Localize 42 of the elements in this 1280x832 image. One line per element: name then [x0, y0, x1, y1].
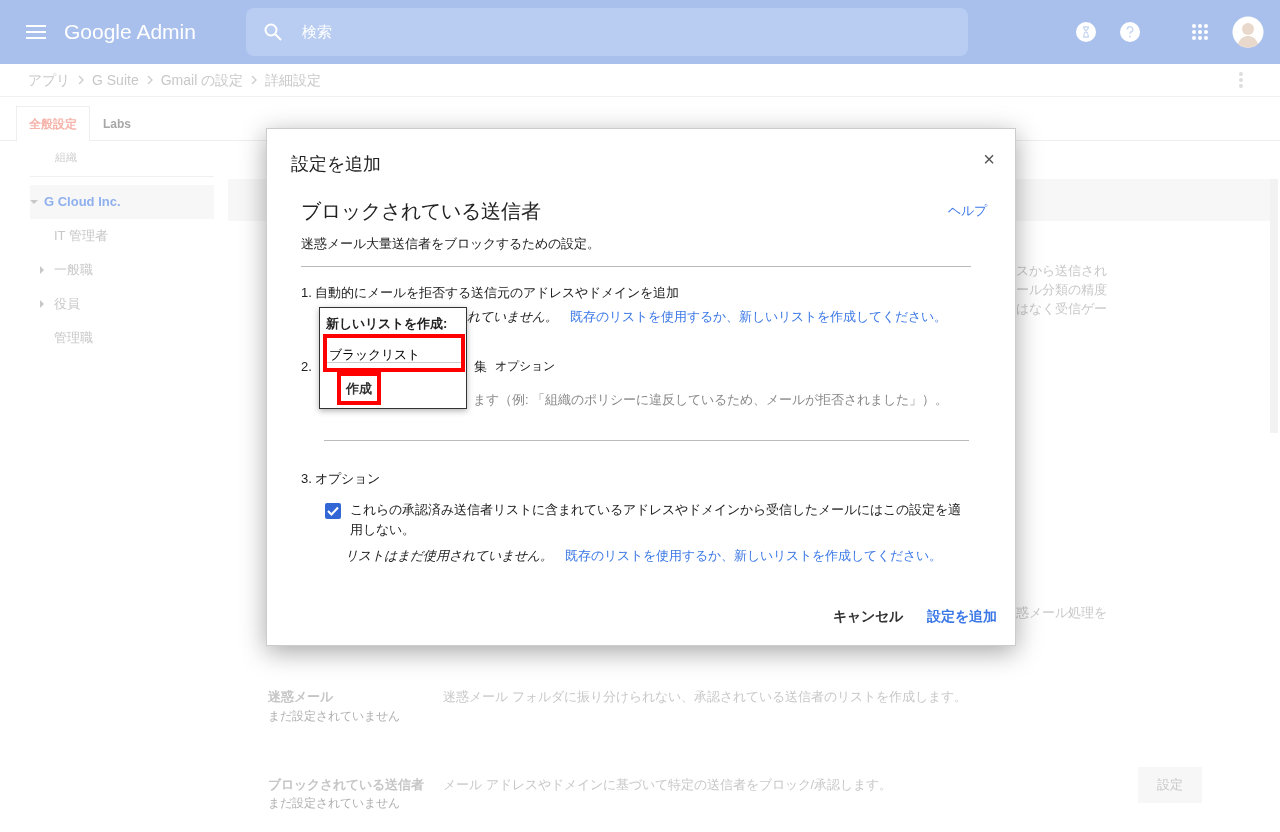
tab[interactable]: Labs: [90, 106, 144, 141]
help-icon[interactable]: [1120, 22, 1140, 42]
help-link[interactable]: ヘルプ: [948, 201, 987, 221]
dialog-title: 設定を追加: [291, 153, 381, 176]
description-text: 迷惑メール大量送信者をブロックするための設定。: [301, 235, 601, 253]
step-label: 1. 自動的にメールを拒否する送信元のアドレスやドメインを追加: [301, 283, 681, 302]
create-button[interactable]: 作成: [337, 371, 381, 405]
cancel-button[interactable]: キャンセル: [823, 599, 913, 633]
tab[interactable]: 全般設定: [16, 106, 90, 141]
hourglass-icon[interactable]: [1076, 22, 1096, 42]
apps-icon[interactable]: [1192, 24, 1208, 40]
hint-text: ます（例: 「組織のポリシーに違反しているため、メールが拒否されました」）。: [473, 391, 950, 409]
optional-label: オプション: [494, 358, 555, 376]
list-link[interactable]: 既存のリストを使用するか、新しいリストを作成してください。: [565, 546, 942, 566]
setting-title: ブロックされている送信者: [268, 775, 425, 794]
chevron-icon: [146, 75, 153, 85]
logo-text: Google Admin: [64, 19, 197, 46]
close-button[interactable]: ×: [983, 149, 995, 169]
step-number: 2.: [301, 357, 312, 376]
chevron-icon: [251, 75, 258, 85]
setting-status: まだ設定されていません: [268, 707, 401, 725]
add-button[interactable]: 設定を追加: [917, 599, 1007, 633]
popup-title: 新しいリストを作成:: [326, 315, 449, 333]
more-icon[interactable]: [1239, 72, 1243, 88]
search-field[interactable]: 検索: [246, 8, 968, 56]
list-link[interactable]: 既存のリストを使用するか、新しいリストを作成してください。: [570, 307, 947, 327]
step-label: 3. オプション: [301, 469, 382, 488]
search-input[interactable]: 検索: [300, 19, 968, 45]
checkbox[interactable]: [325, 503, 341, 519]
step-label: 集: [473, 357, 487, 376]
avatar-icon[interactable]: [1232, 16, 1264, 48]
tree-item[interactable]: G Cloud Inc.: [30, 185, 214, 219]
note-text: れていません。: [467, 308, 558, 326]
chevron-icon: [78, 75, 84, 85]
note-text: リストはまだ使用されていません。: [345, 547, 553, 565]
menu-icon[interactable]: [26, 25, 46, 39]
setting-title: 迷惑メール: [268, 688, 334, 706]
section-title: ブロックされている送信者: [301, 199, 541, 224]
search-icon: [264, 23, 282, 41]
checkbox-label: これらの承認済み送信者リストに含まれているアドレスやドメインから受信したメールにはこの設定を適用しない。: [350, 501, 962, 539]
list-name-field[interactable]: ブラックリスト: [323, 333, 465, 372]
setting-status: まだ設定されていません: [268, 795, 401, 812]
